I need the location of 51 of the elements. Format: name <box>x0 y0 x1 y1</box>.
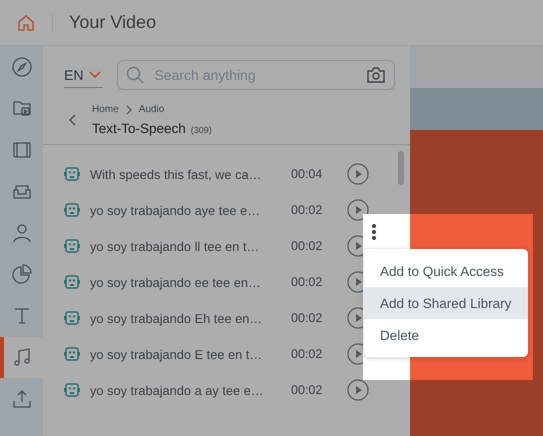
robot-icon <box>63 165 81 183</box>
search-icon <box>126 66 144 84</box>
person-icon <box>10 222 32 244</box>
menu-item[interactable]: Add to Shared Library <box>364 287 528 319</box>
chevron-right-icon <box>124 104 133 114</box>
duration: 00:02 <box>291 275 324 289</box>
search-input[interactable]: Search anything <box>152 66 358 84</box>
play-icon[interactable] <box>347 163 369 185</box>
breadcrumb-link[interactable]: Audio <box>138 104 164 115</box>
upload-icon <box>10 388 32 410</box>
play-icon[interactable] <box>347 199 369 221</box>
menu-item[interactable]: Add to Quick Access <box>364 255 528 287</box>
audio-title[interactable]: yo soy trabajando a ay tee e… <box>90 382 280 398</box>
robot-icon <box>63 237 81 255</box>
sidebar-item[interactable] <box>0 336 43 378</box>
camera-icon[interactable] <box>366 66 386 84</box>
home-icon[interactable] <box>16 12 36 32</box>
robot-icon <box>63 273 81 291</box>
search-field[interactable]: Search anything <box>117 60 396 90</box>
duration: 00:02 <box>291 203 324 217</box>
list-row[interactable]: yo soy trabajando aye tee e… 00:02 <box>43 192 410 228</box>
audio-title[interactable]: yo soy trabajando ll tee en t… <box>90 238 280 254</box>
back-icon[interactable] <box>68 113 78 127</box>
audio-title[interactable]: With speeds this fast, we ca… <box>90 166 280 182</box>
robot-icon <box>63 201 81 219</box>
robot-icon <box>63 309 81 327</box>
page-title: Your Video <box>69 12 156 33</box>
menu-item[interactable]: Delete <box>364 319 528 351</box>
breadcrumb-link[interactable]: Home <box>92 104 119 115</box>
more-icon[interactable] <box>371 223 377 241</box>
pie-chart-icon <box>10 263 32 286</box>
duration: 00:02 <box>291 239 324 253</box>
audio-title[interactable]: yo soy trabajando E tee en t… <box>90 346 280 362</box>
duration: 00:04 <box>291 167 324 181</box>
list-row[interactable]: With speeds this fast, we ca… 00:04 <box>43 156 410 192</box>
item-count: (309) <box>190 125 212 135</box>
scrollbar[interactable] <box>398 151 404 185</box>
compass-icon <box>10 56 32 78</box>
robot-icon <box>63 345 81 363</box>
audio-title[interactable]: yo soy trabajando Eh tee en… <box>90 310 280 326</box>
section-title: Text-To-Speech <box>92 121 186 136</box>
duration: 00:02 <box>291 383 324 397</box>
audio-title[interactable]: yo soy trabajando ee tee en… <box>90 274 280 290</box>
language-dropdown[interactable]: EN <box>64 62 104 88</box>
chevron-down-icon <box>89 70 102 78</box>
audio-title[interactable]: yo soy trabajando aye tee e… <box>90 202 280 218</box>
duration: 00:02 <box>291 347 324 361</box>
duration: 00:02 <box>291 311 324 325</box>
list-row[interactable]: yo soy trabajando a ay tee e… 00:02 <box>43 372 410 408</box>
play-icon[interactable] <box>347 379 369 401</box>
robot-icon <box>63 381 81 399</box>
